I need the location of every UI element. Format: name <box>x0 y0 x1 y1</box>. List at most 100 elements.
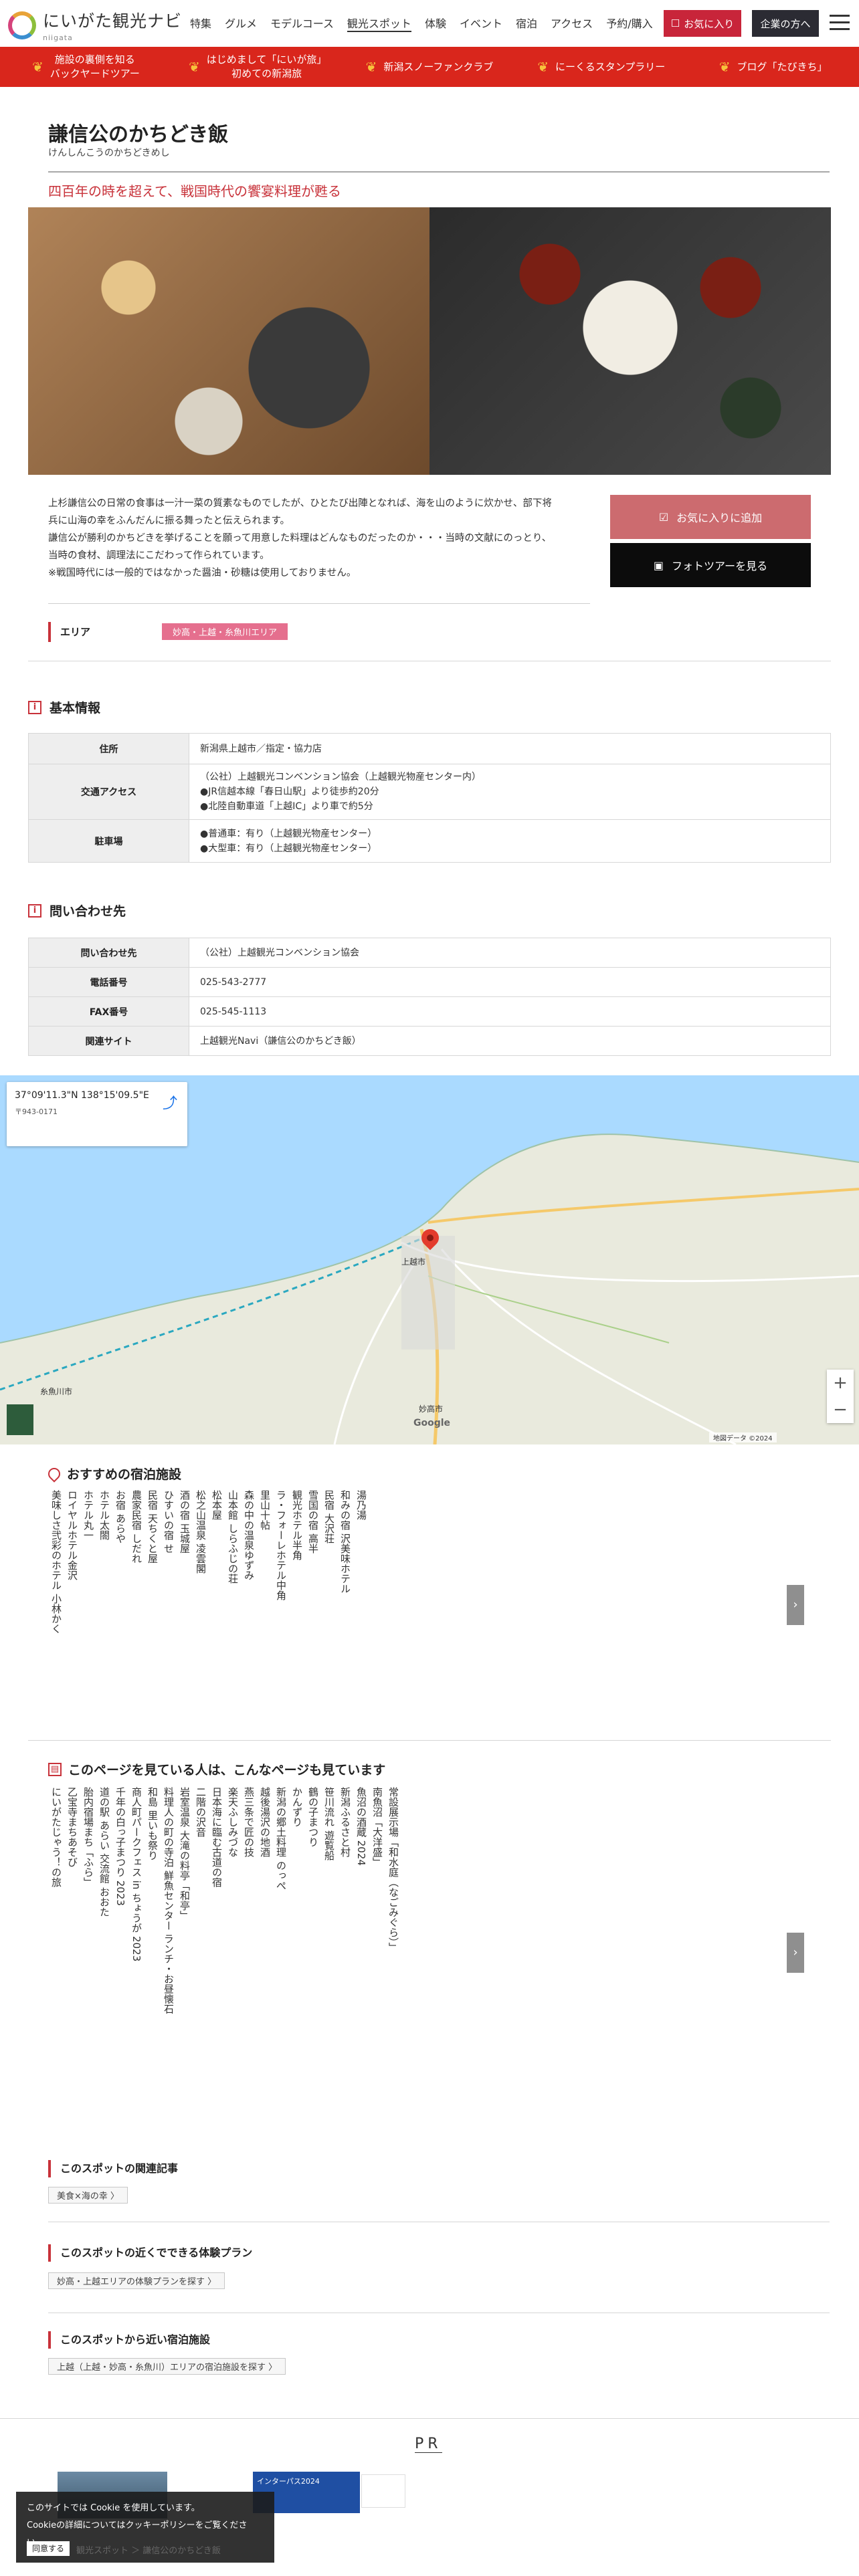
nav-item[interactable]: アクセス <box>551 15 593 32</box>
table-row: 交通アクセス （公社）上越観光コンベンション協会（上越観光物産センター内） ●J… <box>28 764 831 820</box>
list-item[interactable]: 千年の白っ子まつり 2023 <box>112 1787 128 2135</box>
street-view-thumbnail[interactable] <box>7 1404 33 1435</box>
heart-icon: ☐ <box>670 17 680 29</box>
nav-item[interactable]: 予約/購入 <box>606 15 652 32</box>
list-item[interactable]: 道の駅 あらい 交流館 おおた <box>96 1787 112 2135</box>
pr-banner[interactable] <box>361 2474 405 2508</box>
list-item[interactable]: 湯乃湯 <box>353 1490 369 1717</box>
area-tag[interactable]: 妙高・上越・糸魚川エリア <box>162 623 288 640</box>
list-item[interactable]: 南魚沼「大洋盛」 <box>369 1787 385 2135</box>
related-articles-heading: このスポットの関連記事 <box>48 2160 178 2177</box>
leaf-icon: ❦ <box>365 59 377 75</box>
also-viewed-heading: ▤ このページを見ている人は、こんなページも見ています <box>48 1760 385 1778</box>
corporate-button[interactable]: 企業の方へ <box>752 10 819 37</box>
list-item[interactable]: ホテル丸一 <box>80 1490 96 1717</box>
nav-item[interactable]: 宿泊 <box>516 15 537 32</box>
banner-item[interactable]: ❦ にーくるスタンプラリー <box>515 58 687 76</box>
table-row: 住所 新潟県上越市／指定・協力店 <box>28 733 831 764</box>
list-item[interactable]: 常設展示場「和水庭（なごみぐら）」 <box>385 1787 401 2135</box>
site-header: にいがた観光ナビ niigata 特集 グルメ モデルコース 観光スポット 体験… <box>0 0 859 47</box>
list-item[interactable]: 越後湯沢の地酒 <box>257 1787 273 2135</box>
list-item[interactable]: 胎内宿場まち「ふら」 <box>80 1787 96 2135</box>
list-item[interactable]: 笹川流れ 遊覧船 <box>321 1787 337 2135</box>
carousel-next-icon[interactable]: › <box>787 1933 804 1973</box>
photo-tour-button[interactable]: ▣ フォトツアーを見る <box>610 543 811 587</box>
map-label-joetsu: 上越市 <box>401 1257 426 1267</box>
list-item[interactable]: 鶴の子まつり <box>305 1787 321 2135</box>
gallery-icon: ▣ <box>653 558 664 572</box>
area-label: エリア <box>48 622 90 642</box>
list-item[interactable]: 民宿 大沢荘 <box>321 1490 337 1717</box>
food-photo[interactable] <box>28 207 430 475</box>
nav-item[interactable]: グルメ <box>225 15 257 32</box>
banner-item[interactable]: ❦ 新潟スノーファンクラブ <box>344 58 516 76</box>
list-item[interactable]: 民宿 天ちくと屋 <box>145 1490 161 1717</box>
list-item[interactable]: 酒の宿 玉城屋 <box>177 1490 193 1717</box>
catch-copy: 四百年の時を超えて、戦国時代の饗宴料理が甦る <box>48 183 341 199</box>
add-favorite-button[interactable]: ☑ お気に入りに追加 <box>610 495 811 539</box>
list-item[interactable]: 楽天ふしみづな <box>225 1787 241 2135</box>
nav-item[interactable]: モデルコース <box>270 15 334 32</box>
related-articles-link[interactable]: 美食×海の幸 〉 <box>48 2187 128 2204</box>
map-info-card: 37°09'11.3"N 138°15'09.5"E 〒943-0171 ⤴ <box>7 1082 187 1146</box>
list-item[interactable]: ホテル太閤 <box>96 1490 112 1717</box>
nearby-lodging-heading: このスポットから近い宿泊施設 <box>48 2331 210 2349</box>
nearby-experience-link[interactable]: 妙高・上越エリアの体験プランを探す 〉 <box>48 2272 225 2289</box>
list-item[interactable]: 日本海に臨む古道の宿 <box>209 1787 225 2135</box>
list-item[interactable]: 森の中の温泉ゆずみ <box>241 1490 257 1717</box>
zoom-out-icon[interactable]: − <box>827 1396 854 1423</box>
list-item[interactable]: 和みの宿 沢美味ホテル <box>337 1490 353 1717</box>
cookie-agree-button[interactable]: 同意する <box>27 2541 70 2556</box>
favorites-button[interactable]: ☐ お気に入り <box>664 10 741 37</box>
list-item[interactable]: 山本館 しらふじの荘 <box>225 1490 241 1717</box>
page-title: 謙信公のかちどき飯 <box>48 123 229 146</box>
list-item[interactable]: 和島 里いも祭り <box>145 1787 161 2135</box>
logo-title: にいがた観光ナビ <box>43 11 183 31</box>
nav-item[interactable]: イベント <box>460 15 502 32</box>
food-photo[interactable] <box>430 207 831 475</box>
list-item[interactable]: ひすいの宿 せ <box>161 1490 177 1717</box>
list-item[interactable]: 里山十帖 <box>257 1490 273 1717</box>
nearby-experience-heading: このスポットの近くでできる体験プラン <box>48 2244 252 2262</box>
list-item[interactable]: 雪国の宿 高半 <box>305 1490 321 1717</box>
google-map[interactable]: 37°09'11.3"N 138°15'09.5"E 〒943-0171 ⤴ 上… <box>0 1075 859 1444</box>
breadcrumb[interactable]: 観光スポット ＞ 謙信公のかちどき飯 <box>76 2543 221 2556</box>
list-item[interactable]: 美味しさ弐彩のホテル 小林かく <box>48 1490 64 1717</box>
list-item[interactable]: 松本屋 <box>209 1490 225 1717</box>
zoom-in-icon[interactable]: + <box>827 1370 854 1396</box>
calendar-icon: ▤ <box>48 1762 62 1776</box>
banner-item[interactable]: ❦ はじめまして「にいが旅」 初めての新潟旅 <box>172 53 344 81</box>
list-item[interactable]: 岩室温泉 大滝の料亭「和亭」 <box>177 1787 193 2135</box>
list-item[interactable]: 魚沼の酒蔵 2024 <box>353 1787 369 2135</box>
nav-item-active[interactable]: 観光スポット <box>347 15 411 32</box>
list-item[interactable]: 燕三条で匠の技 <box>241 1787 257 2135</box>
list-item[interactable]: 商人町パークフェス in ちょうが 2023 <box>128 1787 145 2135</box>
list-item[interactable]: 料理人の町の寺泊 鮮魚センター ランチ・お昼懐石 <box>161 1787 177 2135</box>
list-item[interactable]: 観光ホテル半角 <box>289 1490 305 1717</box>
google-logo: Google <box>413 1418 451 1428</box>
checkbox-icon: ☑ <box>658 510 669 524</box>
basic-info-heading: i 基本情報 <box>28 698 100 716</box>
map-label-itoigawa: 糸魚川市 <box>40 1387 73 1396</box>
directions-icon[interactable]: ⤴ <box>159 1091 181 1113</box>
list-item[interactable]: にいがたじゃう！の旅 <box>48 1787 64 2135</box>
hamburger-menu-icon[interactable] <box>830 15 850 32</box>
list-item[interactable]: お宿 あらや <box>112 1490 128 1717</box>
list-item[interactable]: 松之山温泉 凌雲閣 <box>193 1490 209 1717</box>
carousel-next-icon[interactable]: › <box>787 1585 804 1625</box>
list-item[interactable]: ロイヤルホテル金沢 <box>64 1490 80 1717</box>
site-logo[interactable]: にいがた観光ナビ niigata <box>8 8 182 42</box>
nav-item[interactable]: 体験 <box>425 15 446 32</box>
list-item[interactable]: 農家民宿 しだれ <box>128 1490 145 1717</box>
nearby-lodging-link[interactable]: 上越（上越・妙高・糸魚川）エリアの宿泊施設を探す 〉 <box>48 2358 286 2375</box>
table-row: 駐車場 ●普通車：有り（上越観光物産センター） ●大型車：有り（上越観光物産セン… <box>28 819 831 863</box>
banner-item[interactable]: ❦ ブログ「たびきち」 <box>687 58 859 76</box>
banner-item[interactable]: ❦ 施設の裏側を知る バックヤードツアー <box>0 53 172 81</box>
nav-item[interactable]: 特集 <box>190 15 211 32</box>
list-item[interactable]: 乙宝寺まちあそび <box>64 1787 80 2135</box>
list-item[interactable]: ラ・フォーレホテル中角 <box>273 1490 289 1717</box>
list-item[interactable]: 二階の沢音 <box>193 1787 209 2135</box>
list-item[interactable]: 新潟の郷土料理 のっぺ <box>273 1787 289 2135</box>
list-item[interactable]: 新潟ふるさと村 <box>337 1787 353 2135</box>
list-item[interactable]: かんずり <box>289 1787 305 2135</box>
